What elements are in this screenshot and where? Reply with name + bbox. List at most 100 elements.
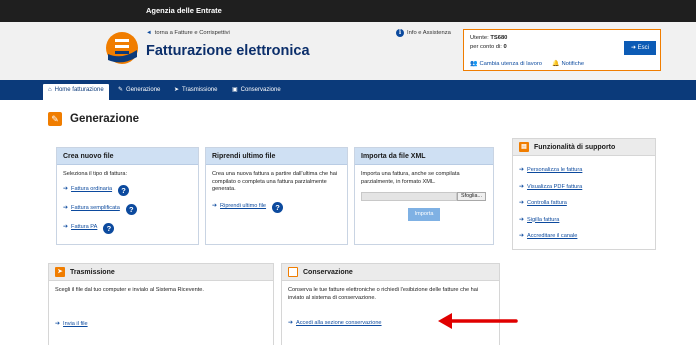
link-sigilla[interactable]: ➔ Sigilla fattura [519, 217, 649, 225]
panel-text: Scegli il file dal tuo computer e invial… [55, 287, 204, 293]
arrow-right-icon: ➔ [212, 203, 218, 210]
panel-body: ➔ Personalizza le fattura ➔ Visualizza P… [513, 156, 655, 247]
pencil-icon: ✎ [118, 87, 124, 93]
annotation-arrow-icon [438, 313, 518, 329]
panel-header: Conservazione [282, 264, 499, 281]
user-line: Utente: TS680 [470, 35, 507, 41]
panel-importa-xml: Importa da file XML Importa una fattura,… [354, 147, 494, 245]
help-icon[interactable]: ? [103, 222, 115, 234]
info-link[interactable]: i Info e Assistenza [396, 29, 451, 37]
user-label: Utente: [470, 35, 489, 41]
panel-title: Conservazione [303, 268, 353, 276]
panel-title: Riprendi ultimo file [206, 148, 347, 165]
arrow-right-icon: ➔ [519, 233, 525, 239]
nav-generazione[interactable]: ✎ Generazione [118, 84, 160, 98]
arrow-right-icon: ➔ [63, 186, 69, 193]
info-icon: i [396, 29, 404, 37]
arrow-right-icon: ➔ [519, 167, 525, 173]
panel-funzionalita-supporto: ▤ Funzionalità di supporto ➔ Personalizz… [512, 138, 656, 250]
user-value: TS680 [490, 35, 508, 41]
page-heading: ✎ Generazione [48, 112, 139, 126]
panel-body: Seleziona il tipo di fattura: ➔ Fattura … [57, 165, 198, 240]
nav-home-label: Home fatturazione [54, 87, 104, 93]
panel-body: Importa una fattura, anche se compilata … [355, 165, 493, 227]
link-label: Invia il file [63, 320, 88, 327]
arrow-right-icon: ➔ [288, 320, 294, 326]
agency-name: Agenzia delle Entrate [146, 6, 222, 15]
link-label: Fattura PA [71, 224, 98, 231]
link-fattura-pa[interactable]: ➔ Fattura PA ? [63, 222, 192, 234]
link-label: Fattura ordinaria [71, 186, 113, 193]
link-invia-file[interactable]: ➔ Invia il file [55, 321, 267, 329]
panel-title: Importa da file XML [355, 148, 493, 165]
link-fattura-ordinaria[interactable]: ➔ Fattura ordinaria ? [63, 184, 192, 196]
link-accreditare[interactable]: ➔ Accreditare il canale [519, 233, 649, 241]
browse-button[interactable]: Sfoglia... [457, 192, 486, 201]
link-label: Personalizza le fattura [527, 167, 583, 173]
link-controlla[interactable]: ➔ Controlla fattura [519, 200, 649, 208]
agenzia-logo-icon [106, 32, 138, 64]
link-label: Visualizza PDF fattura [527, 183, 583, 190]
link-personalizza[interactable]: ➔ Personalizza le fattura [519, 167, 649, 175]
users-icon: 👥 [470, 61, 478, 67]
panel-riprendi-ultimo-file: Riprendi ultimo file Crea una nuova fatt… [205, 147, 348, 245]
arrow-right-icon: ➔ [63, 205, 69, 212]
exit-button[interactable]: ➜ Esci [624, 41, 656, 55]
back-link-label: torna a Fatture e Corrispettivi [154, 30, 230, 36]
help-icon[interactable]: ? [118, 184, 130, 196]
panel-text: Importa una fattura, anche se compilata … [361, 171, 460, 185]
link-riprendi-ultimo-file[interactable]: ➔ Riprendi ultimo file ? [212, 201, 341, 213]
on-behalf-label: per conto di: [470, 44, 502, 50]
page-root: { "topbar": { "title": "Agenzia delle En… [0, 0, 696, 345]
link-label: Accreditare il canale [527, 233, 578, 239]
arrow-right-icon: ➔ [519, 216, 525, 223]
exit-label: Esci [637, 45, 650, 51]
link-label: Riprendi ultimo file [220, 203, 267, 210]
top-bar: Agenzia delle Entrate [0, 0, 696, 22]
panel-conservazione: Conservazione Conserva le tue fatture el… [281, 263, 500, 345]
paper-plane-icon: ➤ [55, 267, 65, 277]
exit-icon: ➜ [630, 45, 636, 51]
notifications-label: Notifiche [561, 61, 585, 67]
nav-home[interactable]: ⌂ Home fatturazione [43, 84, 109, 100]
user-actions: 👥 Cambia utenza di lavoro 🔔 Notifiche [470, 60, 584, 67]
panel-body: Crea una nuova fattura a partire dall'ul… [206, 165, 347, 219]
arrow-right-icon: ➔ [55, 320, 61, 327]
panel-title: Crea nuovo file [57, 148, 198, 165]
paper-plane-icon: ➤ [174, 87, 180, 93]
change-user-link[interactable]: 👥 Cambia utenza di lavoro [470, 60, 542, 67]
back-link[interactable]: ◄ torna a Fatture e Corrispettivi [146, 30, 230, 36]
help-icon[interactable]: ? [125, 203, 137, 215]
panel-body: Scegli il file dal tuo computer e invial… [49, 281, 273, 334]
link-fattura-semplificata[interactable]: ➔ Fattura semplificata ? [63, 203, 192, 215]
help-icon[interactable]: ? [272, 201, 284, 213]
arrow-right-icon: ➔ [519, 200, 525, 206]
link-visualizza-pdf[interactable]: ➔ Visualizza PDF fattura [519, 184, 649, 192]
document-icon: ▤ [519, 142, 529, 152]
link-label: Sigilla fattura [527, 216, 560, 223]
user-box: Utente: TS680 per conto di: 0 👥 Cambia ut… [463, 29, 661, 71]
link-label: Fattura semplificata [71, 205, 120, 212]
archive-icon [288, 267, 298, 277]
panel-crea-nuovo-file: Crea nuovo file Seleziona il tipo di fat… [56, 147, 199, 245]
app-title: Fatturazione elettronica [146, 43, 310, 59]
file-input[interactable] [361, 192, 457, 201]
panel-header: ➤ Trasmissione [49, 264, 273, 281]
import-button[interactable]: Importa [408, 208, 440, 221]
link-label: Controlla fattura [527, 200, 567, 206]
arrow-left-icon: ◄ [146, 30, 152, 36]
nav-trasmissione[interactable]: ➤ Trasmissione [174, 84, 217, 98]
pencil-icon: ✎ [48, 112, 62, 126]
panel-text: Crea una nuova fattura a partire dall'ul… [212, 171, 338, 192]
panel-text: Seleziona il tipo di fattura: [63, 171, 128, 177]
notifications-link[interactable]: 🔔 Notifiche [552, 60, 584, 67]
nav-generazione-label: Generazione [126, 87, 161, 93]
nav-trasmissione-label: Trasmissione [182, 87, 218, 93]
on-behalf-value: 0 [503, 44, 507, 50]
file-picker: Sfoglia... [361, 192, 487, 201]
home-icon: ⌂ [48, 87, 52, 93]
nav-conservazione[interactable]: ▣ Conservazione [232, 84, 281, 98]
arrow-right-icon: ➔ [519, 183, 525, 190]
info-link-label: Info e Assistenza [407, 30, 451, 36]
panel-text: Conserva le tue fatture elettroniche o r… [288, 287, 479, 301]
